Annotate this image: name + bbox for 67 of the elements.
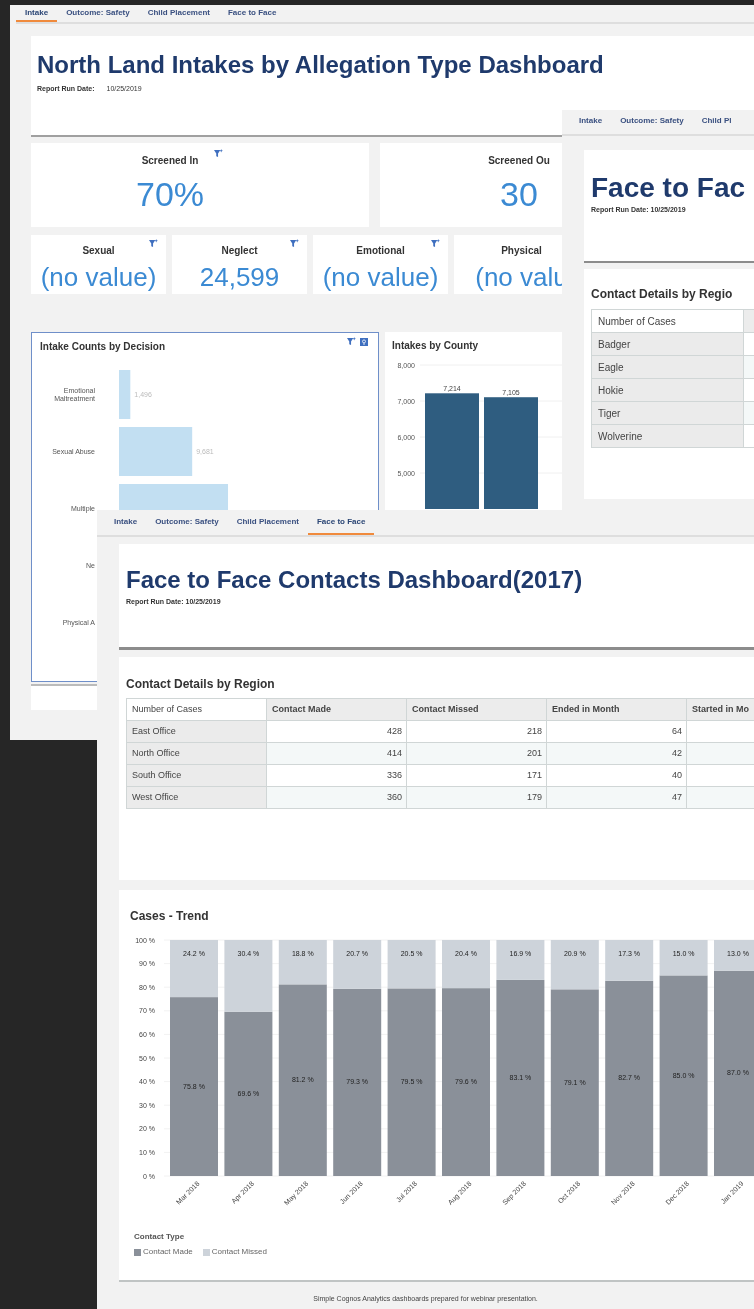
kpi-label: Neglect [221, 244, 258, 258]
tab[interactable]: Child Placement [138, 5, 219, 22]
table-cell: 218 [406, 720, 547, 743]
tab[interactable]: Face to Face [307, 510, 375, 535]
tab[interactable]: Intake [105, 510, 147, 535]
tab[interactable]: Child Pl [692, 110, 741, 134]
tab[interactable]: Outcome: Safety [146, 510, 228, 535]
table-cell: 40 [546, 764, 687, 787]
dashboard-title: Face to Face Contacts Dashboard(2017) [126, 565, 584, 595]
table-header-cell: Contact Missed [406, 698, 547, 721]
table-cell: East Office [126, 720, 267, 743]
dashboard-title: North Land Intakes by Allegation Type Dashboard [37, 50, 605, 80]
table-cell: 47 [546, 786, 687, 809]
filter-icon[interactable] [214, 149, 223, 158]
legend-label: Contact Missed [211, 1246, 267, 1258]
table-cell: North Office [126, 742, 267, 765]
filter-icon[interactable] [290, 239, 299, 248]
kpi-label: Screened In [141, 154, 199, 168]
table-cell: West Office [126, 786, 267, 809]
table-cell: 428 [266, 720, 407, 743]
tab[interactable]: Intake [570, 110, 612, 134]
kpi-label: Emotional [356, 244, 405, 258]
tab[interactable]: Face to Face [218, 5, 286, 22]
pin-icon[interactable] [360, 337, 368, 346]
chart-title: Intakes by County [392, 339, 479, 353]
tab[interactable]: Child Placement [227, 510, 308, 535]
tab[interactable]: Outcome: Safety [611, 110, 693, 134]
table-title: Contact Details by Regio [591, 286, 734, 303]
table-cell: Badger [591, 332, 744, 356]
tab[interactable]: Outcome: Safety [57, 5, 139, 22]
tab[interactable]: Intake [16, 5, 58, 22]
kpi-value: (no value) [40, 261, 157, 294]
kpi-value: 24,599 [199, 261, 280, 294]
table-cell: 360 [266, 786, 407, 809]
table-header-cell: Contact Made [266, 698, 407, 721]
table-cell: South Office [126, 764, 267, 787]
legend-label: Contact Made [143, 1246, 193, 1258]
filter-icon[interactable] [149, 239, 158, 248]
kpi-value: 30 [500, 174, 538, 215]
table-header-cell: Started in Mo [686, 698, 754, 721]
bar [119, 370, 131, 419]
table-cell: Eagle [591, 355, 744, 379]
table-cell: Tiger [591, 401, 744, 425]
kpi-value: (no value) [322, 261, 439, 294]
kpi-label: Sexual [82, 244, 115, 258]
kpi-value: 70% [135, 174, 205, 215]
table-cell: Hokie [591, 378, 744, 402]
table-cell: 179 [406, 786, 547, 809]
table-header-cell: Number of Cases [126, 698, 267, 721]
table-cell: 336 [266, 764, 407, 787]
table-header-cell: Number of Cases [591, 309, 744, 333]
table-cell: 171 [406, 764, 547, 787]
table-title: Contact Details by Region [126, 676, 276, 693]
kpi-label: Physical [501, 244, 542, 258]
filter-icon[interactable] [431, 239, 440, 248]
legend-title: Contact Type [134, 1231, 185, 1243]
table-cell: Wolverine [591, 424, 744, 448]
chart-title: Intake Counts by Decision [40, 340, 166, 354]
dashboard-title: Face to Fac [591, 172, 747, 204]
filter-icon[interactable] [347, 337, 356, 346]
table-cell: 64 [546, 720, 687, 743]
table-cell: 42 [546, 742, 687, 765]
kpi-label: Screened Ou [488, 154, 550, 168]
table-cell: 201 [406, 742, 547, 765]
table-cell: 414 [266, 742, 407, 765]
chart-title: Cases - Trend [130, 908, 209, 924]
table-header-cell: Ended in Month [546, 698, 687, 721]
